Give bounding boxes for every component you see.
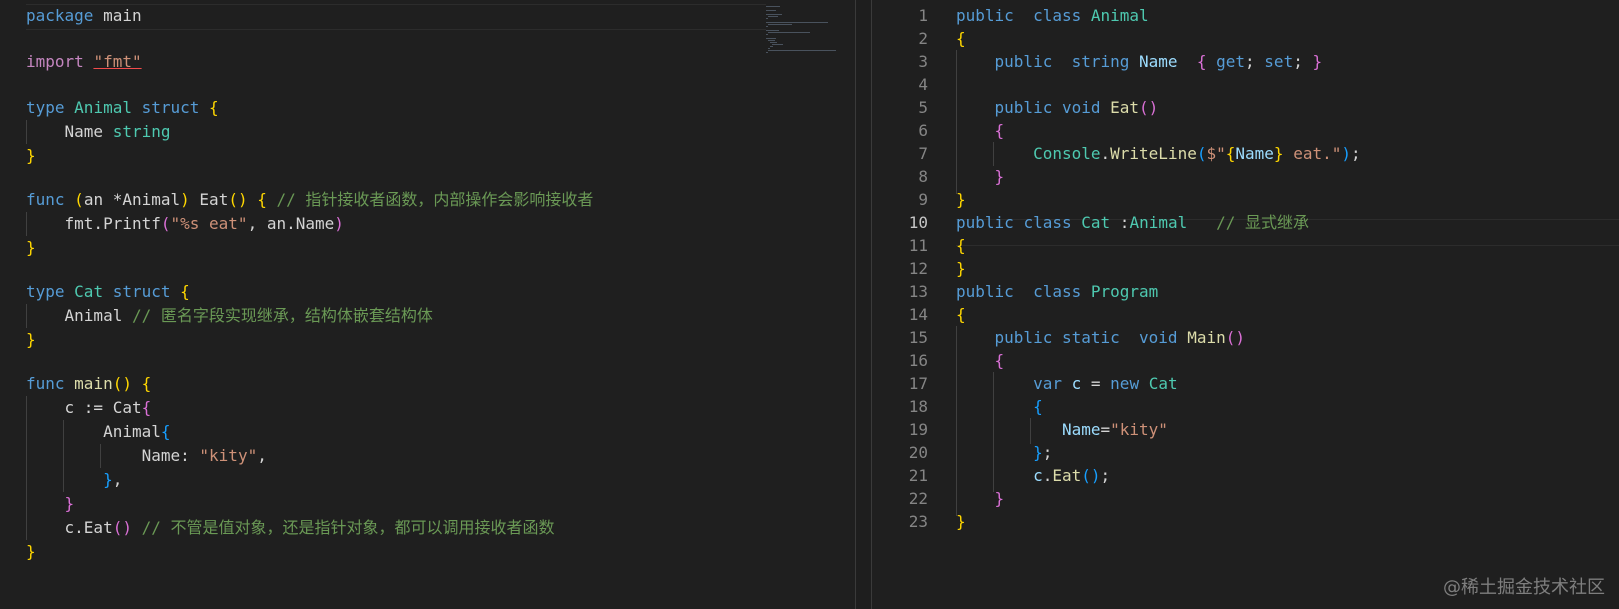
line-number: 4 — [918, 75, 928, 94]
line-number: 8 — [918, 167, 928, 186]
code-line[interactable]: } — [26, 236, 36, 260]
line-number: 15 — [908, 328, 928, 347]
code-line[interactable]: } — [26, 328, 36, 352]
code-line[interactable]: } — [956, 487, 1005, 511]
code-line[interactable]: var c = new Cat — [956, 372, 1178, 396]
code-line[interactable]: public static void Main() — [956, 326, 1245, 350]
code-line[interactable]: c.Eat(); — [956, 464, 1110, 488]
line-number: 22 — [908, 489, 928, 508]
line-number: 19 — [908, 420, 928, 439]
code-line[interactable]: public class Animal — [956, 4, 1149, 28]
code-line[interactable]: public string Name { get; set; } — [956, 50, 1323, 74]
code-line[interactable]: func main() { — [26, 372, 151, 396]
code-line[interactable]: } — [956, 510, 966, 534]
code-line[interactable]: } — [26, 492, 75, 516]
code-line[interactable]: { — [956, 119, 1005, 143]
line-number: 18 — [908, 397, 928, 416]
code-line[interactable]: } — [26, 144, 36, 168]
code-line[interactable]: { — [956, 234, 966, 258]
line-number: 11 — [908, 236, 928, 255]
code-line[interactable]: }, — [26, 468, 122, 492]
code-line[interactable]: Name string — [26, 120, 171, 144]
code-line[interactable]: func (an *Animal) Eat() { // 指针接收者函数，内部操… — [26, 188, 593, 212]
code-line[interactable]: Animal{ — [26, 420, 170, 444]
code-line[interactable]: Name="kity" — [956, 418, 1168, 442]
code-line[interactable]: { — [956, 349, 1005, 373]
code-line[interactable]: { — [956, 303, 966, 327]
line-number: 21 — [908, 466, 928, 485]
go-editor-pane[interactable]: package main import "fmt" type Animal st… — [0, 0, 855, 609]
line-number: 23 — [908, 512, 928, 531]
line-number: 6 — [918, 121, 928, 140]
code-line[interactable]: public class Program — [956, 280, 1158, 304]
code-line[interactable]: c.Eat() // 不管是值对象，还是指针对象，都可以调用接收者函数 — [26, 516, 555, 540]
code-line[interactable]: import "fmt" — [26, 50, 142, 74]
line-number: 20 — [908, 443, 928, 462]
line-number: 1 — [918, 6, 928, 25]
line-number: 2 — [918, 29, 928, 48]
code-line[interactable]: } — [956, 165, 1005, 189]
code-line[interactable]: } — [956, 257, 966, 281]
code-line[interactable]: type Cat struct { — [26, 280, 190, 304]
csharp-editor-pane[interactable]: 1 2 3 4 5 6 7 8 9 10 11 12 13 14 15 16 1… — [872, 0, 1619, 609]
line-number: 3 — [918, 52, 928, 71]
code-line[interactable]: public void Eat() — [956, 96, 1159, 120]
editor-split-divider[interactable] — [855, 0, 872, 609]
code-line[interactable]: Console.WriteLine($"{Name} eat."); — [956, 142, 1361, 166]
line-number: 9 — [918, 190, 928, 209]
code-line[interactable]: { — [956, 27, 966, 51]
line-number: 7 — [918, 144, 928, 163]
code-line[interactable]: c := Cat{ — [26, 396, 152, 420]
code-line[interactable]: Name: "kity", — [26, 444, 267, 468]
line-number: 13 — [908, 282, 928, 301]
code-line[interactable]: }; — [956, 441, 1052, 465]
code-line[interactable]: } — [956, 188, 966, 212]
code-line-active[interactable]: public class Cat :Animal // 显式继承 — [956, 211, 1309, 235]
code-line[interactable]: { — [956, 395, 1043, 419]
line-number: 17 — [908, 374, 928, 393]
code-line[interactable]: Animal // 匿名字段实现继承，结构体嵌套结构体 — [26, 304, 433, 328]
code-line[interactable]: fmt.Printf("%s eat", an.Name) — [26, 212, 344, 236]
code-line[interactable]: type Animal struct { — [26, 96, 219, 120]
code-line[interactable]: package main — [26, 4, 142, 28]
line-number: 12 — [908, 259, 928, 278]
minimap[interactable] — [766, 6, 846, 66]
line-number: 14 — [908, 305, 928, 324]
code-line[interactable]: } — [26, 540, 36, 564]
watermark: @稀土掘金技术社区 — [1443, 577, 1605, 598]
line-number: 5 — [918, 98, 928, 117]
line-number-active: 10 — [908, 213, 928, 232]
line-number: 16 — [908, 351, 928, 370]
